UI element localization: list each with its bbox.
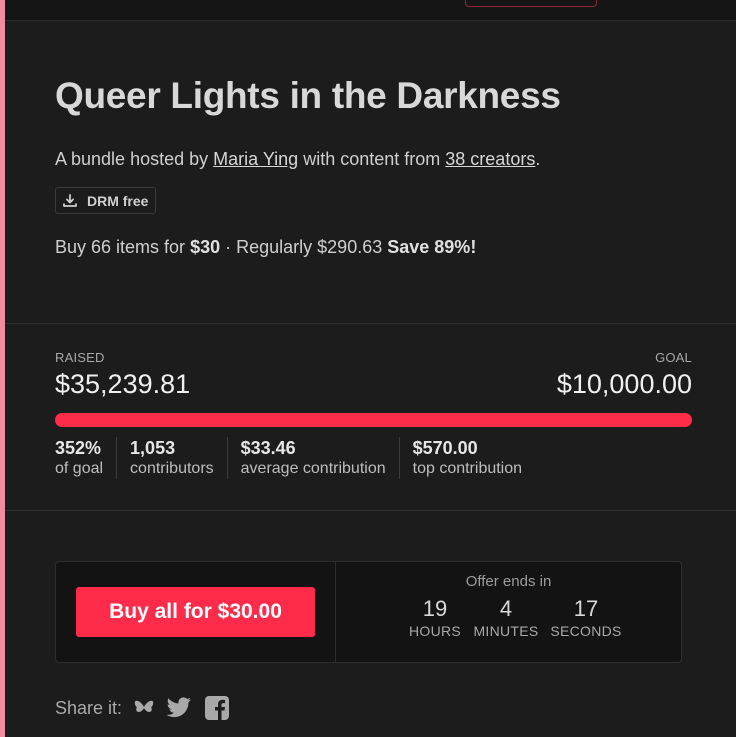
twitter-icon[interactable] bbox=[166, 697, 192, 719]
metrics-row: 352% of goal 1,053 contributors $33.46 a… bbox=[55, 437, 692, 479]
funding-stats: RAISED GOAL $35,239.81 $10,000.00 352% o… bbox=[55, 350, 692, 479]
byline-middle: with content from bbox=[303, 149, 441, 169]
price-prefix: Buy 66 items for bbox=[55, 237, 186, 257]
funding-progress-bar bbox=[55, 413, 692, 427]
price-summary: Buy 66 items for $30 · Regularly $290.63… bbox=[55, 236, 715, 258]
countdown-value: 4 bbox=[499, 596, 513, 621]
metric-average-contribution: $33.46 average contribution bbox=[226, 437, 399, 479]
bundle-page: Queer Lights in the Darkness A bundle ho… bbox=[0, 0, 736, 737]
metric-label: of goal bbox=[55, 460, 104, 477]
host-link[interactable]: Maria Ying bbox=[213, 149, 298, 169]
goal-label: GOAL bbox=[655, 350, 692, 365]
metric-percent-of-goal: 352% of goal bbox=[55, 437, 116, 479]
top-bar bbox=[5, 0, 736, 21]
countdown-value: 19 bbox=[422, 596, 448, 621]
byline-prefix: A bundle hosted by bbox=[55, 149, 209, 169]
byline-suffix: . bbox=[535, 149, 541, 169]
metric-contributors: 1,053 contributors bbox=[116, 437, 227, 479]
facebook-icon[interactable] bbox=[204, 695, 230, 721]
countdown-minutes: 4 MINUTES bbox=[472, 596, 540, 640]
countdown-hours: 19 HOURS bbox=[408, 596, 462, 640]
metric-label: top contribution bbox=[412, 460, 523, 477]
download-icon bbox=[63, 193, 77, 207]
progress-fill bbox=[55, 413, 692, 427]
countdown-unit: MINUTES bbox=[473, 623, 539, 639]
top-bar-button[interactable] bbox=[465, 0, 597, 7]
metric-value: 1,053 bbox=[130, 438, 176, 458]
raised-label: RAISED bbox=[55, 350, 105, 365]
butterfly-icon[interactable] bbox=[134, 699, 154, 717]
raised-value: $35,239.81 bbox=[55, 369, 191, 399]
share-label: Share it: bbox=[55, 697, 123, 718]
drm-free-badge: DRM free bbox=[55, 187, 157, 214]
regular-price: · Regularly $290.63 bbox=[220, 237, 383, 257]
share-row: Share it: bbox=[55, 695, 242, 721]
section-divider bbox=[5, 510, 736, 511]
page-title: Queer Lights in the Darkness bbox=[55, 75, 561, 116]
countdown-timer: Offer ends in 19 HOURS 4 MINUTES 17 SECO… bbox=[336, 562, 681, 662]
metric-label: contributors bbox=[130, 460, 214, 477]
metric-top-contribution: $570.00 top contribution bbox=[398, 437, 535, 479]
creators-link[interactable]: 38 creators bbox=[445, 149, 535, 169]
metric-value: $33.46 bbox=[240, 438, 296, 458]
metric-value: $570.00 bbox=[412, 438, 478, 458]
section-divider bbox=[5, 323, 736, 324]
buy-all-button[interactable]: Buy all for $30.00 bbox=[76, 587, 315, 637]
goal-value: $10,000.00 bbox=[556, 369, 692, 399]
countdown-unit: HOURS bbox=[408, 623, 462, 639]
price-amount: $30 bbox=[190, 237, 221, 257]
purchase-box: Buy all for $30.00 Offer ends in 19 HOUR… bbox=[55, 561, 682, 663]
savings-text: Save 89%! bbox=[387, 237, 477, 257]
bundle-byline: A bundle hosted by Maria Ying with conte… bbox=[55, 148, 715, 170]
offer-ends-label: Offer ends in bbox=[465, 573, 552, 590]
drm-free-label: DRM free bbox=[87, 192, 149, 209]
countdown-seconds: 17 SECONDS bbox=[550, 596, 622, 640]
metric-label: average contribution bbox=[240, 460, 386, 477]
countdown-value: 17 bbox=[573, 596, 599, 621]
bundle-header: Queer Lights in the Darkness A bundle ho… bbox=[55, 74, 715, 258]
raised-goal-row: RAISED GOAL $35,239.81 $10,000.00 bbox=[55, 350, 692, 402]
countdown-unit: SECONDS bbox=[550, 623, 622, 639]
metric-value: 352% bbox=[55, 438, 102, 458]
